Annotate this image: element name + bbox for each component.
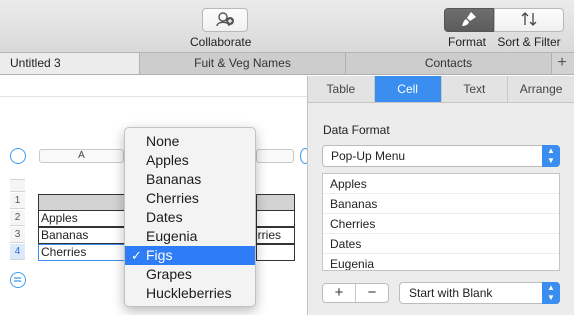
menu-item-label: None: [146, 133, 180, 149]
list-item[interactable]: Eugenia: [323, 254, 559, 270]
collaborate-icon: [215, 11, 235, 30]
data-format-value: Pop-Up Menu: [331, 149, 406, 163]
sort-filter-group[interactable]: Sort & Filter: [494, 8, 564, 49]
tab-cell[interactable]: Cell: [374, 76, 442, 102]
sheet-tab-fruit-veg[interactable]: Fuit & Veg Names: [140, 53, 346, 74]
column-header-b[interactable]: [256, 149, 294, 163]
menu-item-apples[interactable]: Apples: [125, 151, 255, 170]
table-select-handle-icon[interactable]: [10, 148, 26, 164]
table-cell[interactable]: [256, 194, 295, 211]
format-button[interactable]: [444, 8, 494, 32]
popup-menu: None Apples Bananas Cherries Dates Eugen…: [124, 127, 256, 307]
collaborate-button[interactable]: [202, 8, 248, 32]
menu-item-label: Huckleberries: [146, 285, 232, 301]
selected-table-cell[interactable]: Cherries: [38, 244, 125, 261]
row-header-2[interactable]: 2: [10, 210, 25, 226]
format-inspector: Table Cell Text Arrange Data Format Pop-…: [307, 76, 574, 315]
list-item[interactable]: Apples: [323, 174, 559, 194]
format-group[interactable]: Format: [444, 8, 494, 49]
tab-text[interactable]: Text: [442, 76, 509, 102]
start-with-value: Start with Blank: [409, 286, 493, 300]
toolbar: Collaborate Format Sort & Filter: [0, 0, 574, 53]
menu-item-cherries[interactable]: Cherries: [125, 189, 255, 208]
menu-item-huckleberries[interactable]: Huckleberries: [125, 284, 255, 303]
collaborate-label: Collaborate: [190, 35, 252, 49]
sheet-tab-untitled[interactable]: Untitled 3: [0, 53, 140, 74]
table-cell[interactable]: [38, 194, 125, 211]
menu-item-label: Cherries: [146, 190, 199, 206]
data-format-title: Data Format: [323, 123, 390, 137]
add-sheet-button[interactable]: +: [552, 53, 572, 74]
collaborate-group[interactable]: Collaborate: [190, 8, 251, 49]
sort-filter-label: Sort & Filter: [497, 35, 561, 49]
menu-item-label: Apples: [146, 152, 189, 168]
format-label: Format: [447, 35, 486, 49]
table-cell[interactable]: [256, 210, 295, 227]
row-header-top: [10, 179, 25, 192]
table-cell[interactable]: Apples: [38, 210, 125, 227]
menu-item-label: Dates: [146, 209, 183, 225]
sort-filter-button[interactable]: [494, 8, 564, 32]
sheet-tab-contacts[interactable]: Contacts: [346, 53, 552, 74]
data-format-select[interactable]: Pop-Up Menu ▲ ▼: [322, 145, 560, 167]
table-cell[interactable]: [256, 244, 295, 261]
remove-value-button[interactable]: −: [356, 284, 388, 302]
chevron-updown-icon: ▲ ▼: [542, 282, 560, 304]
inspector-tabs: Table Cell Text Arrange: [308, 76, 574, 103]
sheet-tab-bar: Untitled 3 Fuit & Veg Names Contacts +: [0, 53, 574, 75]
tab-arrange[interactable]: Arrange: [508, 76, 574, 102]
menu-item-label: Figs: [146, 247, 173, 263]
add-value-button[interactable]: +: [323, 284, 356, 302]
table-cell[interactable]: Bananas: [38, 227, 125, 244]
table-cell[interactable]: erries: [256, 227, 295, 244]
menu-item-none[interactable]: None: [125, 132, 255, 151]
canvas-ruler: [0, 76, 307, 97]
menu-item-label: Eugenia: [146, 228, 198, 244]
list-item[interactable]: Cherries: [323, 214, 559, 234]
start-with-select[interactable]: Start with Blank ▲ ▼: [399, 282, 560, 304]
row-header-4[interactable]: 4: [10, 244, 25, 260]
menu-item-eugenia[interactable]: Eugenia: [125, 227, 255, 246]
column-header-a[interactable]: A: [39, 149, 124, 163]
menu-item-figs[interactable]: ✓ Figs: [125, 246, 255, 265]
tab-table[interactable]: Table: [308, 76, 375, 102]
menu-item-label: Grapes: [146, 266, 192, 282]
checkmark-icon: ✓: [131, 248, 142, 263]
row-header-1[interactable]: 1: [10, 193, 25, 209]
list-item[interactable]: Dates: [323, 234, 559, 254]
menu-item-dates[interactable]: Dates: [125, 208, 255, 227]
list-item[interactable]: Bananas: [323, 194, 559, 214]
menu-item-grapes[interactable]: Grapes: [125, 265, 255, 284]
paintbrush-icon: [460, 11, 478, 30]
sort-arrows-icon: [521, 11, 537, 29]
popup-values-list[interactable]: Apples Bananas Cherries Dates Eugenia: [322, 173, 560, 271]
chevron-updown-icon: ▲ ▼: [542, 145, 560, 167]
menu-item-label: Bananas: [146, 171, 202, 187]
menu-item-bananas[interactable]: Bananas: [125, 170, 255, 189]
add-remove-buttons: + −: [322, 283, 389, 303]
add-row-handle-icon[interactable]: [10, 272, 26, 288]
row-header-3[interactable]: 3: [10, 227, 25, 243]
